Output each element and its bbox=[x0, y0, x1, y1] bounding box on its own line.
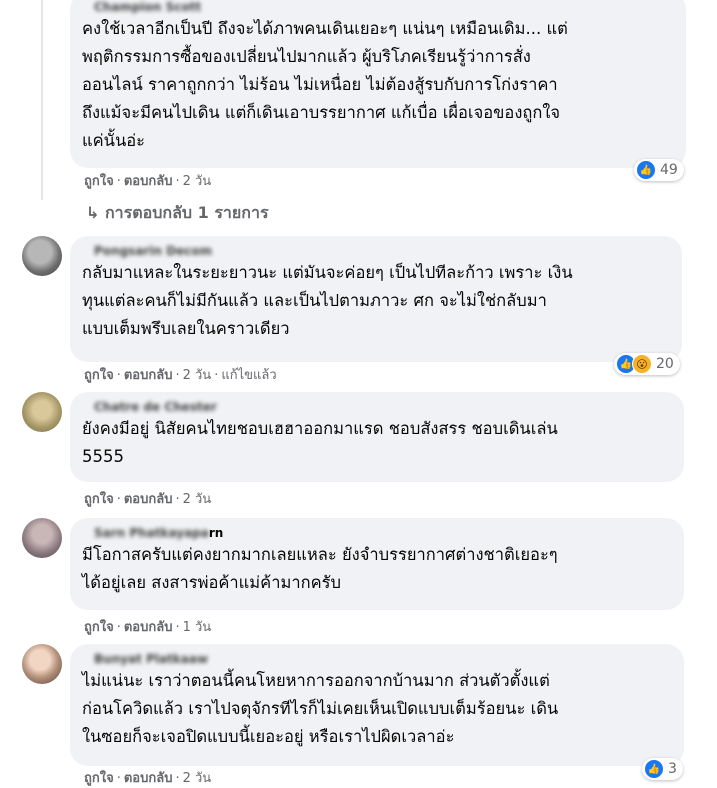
avatar[interactable] bbox=[22, 644, 62, 684]
reply-button[interactable]: ตอบกลับ bbox=[124, 620, 173, 635]
edited-label: แก้ไขแล้ว bbox=[221, 368, 277, 383]
reply-button[interactable]: ตอบกลับ bbox=[124, 492, 173, 507]
avatar[interactable] bbox=[22, 518, 62, 558]
like-button[interactable]: ถูกใจ bbox=[84, 174, 114, 189]
timestamp[interactable]: 2 วัน bbox=[183, 492, 212, 507]
comment-text: กลับมาแหละในระยะยาวนะ แต่มันจะค่อยๆ เป็น… bbox=[82, 263, 573, 338]
like-reaction-icon: 👍 bbox=[636, 160, 656, 180]
comment-actions: ถูกใจ · ตอบกลับ · 2 วัน bbox=[84, 492, 212, 507]
comment: Champion Scott คงใช้เวลาอีกเป็นปี ถึงจะไ… bbox=[0, 0, 717, 200]
like-button[interactable]: ถูกใจ bbox=[84, 620, 114, 635]
avatar[interactable] bbox=[22, 236, 62, 276]
comment-bubble: Pongsarin Decom กลับมาแหละในระยะยาวนะ แต… bbox=[70, 236, 682, 362]
timestamp[interactable]: 2 วัน bbox=[183, 771, 212, 786]
like-button[interactable]: ถูกใจ bbox=[84, 771, 114, 786]
comment-actions: ถูกใจ · ตอบกลับ · 2 วัน · แก้ไขแล้ว bbox=[84, 368, 277, 383]
comment-author[interactable]: Pongsarin Decom bbox=[94, 243, 670, 259]
avatar[interactable] bbox=[22, 392, 62, 432]
wow-reaction-icon: 😮 bbox=[632, 354, 652, 374]
like-button[interactable]: ถูกใจ bbox=[84, 368, 114, 383]
comment-text: คงใช้เวลาอีกเป็นปี ถึงจะได้ภาพคนเดินเยอะ… bbox=[82, 19, 568, 150]
reply-button[interactable]: ตอบกลับ bbox=[124, 368, 173, 383]
comment-actions: ถูกใจ · ตอบกลับ · 2 วัน bbox=[84, 771, 212, 786]
comment-author[interactable]: Chatre de Chester bbox=[94, 399, 672, 415]
comment-author[interactable]: Sarn Phatkayapa bbox=[94, 525, 209, 541]
comment-author[interactable]: Champion Scott bbox=[94, 0, 674, 15]
like-reaction-icon: 👍 bbox=[644, 759, 664, 779]
like-button[interactable]: ถูกใจ bbox=[84, 492, 114, 507]
comment-actions: ถูกใจ · ตอบกลับ · 2 วัน bbox=[84, 174, 212, 189]
reply-button[interactable]: ตอบกลับ bbox=[124, 174, 173, 189]
reply-button[interactable]: ตอบกลับ bbox=[124, 771, 173, 786]
reaction-count: 3 bbox=[668, 761, 677, 777]
reaction-count: 20 bbox=[656, 356, 674, 372]
comment: Pongsarin Decom กลับมาแหละในระยะยาวนะ แต… bbox=[0, 236, 717, 386]
timestamp[interactable]: 1 วัน bbox=[183, 620, 212, 635]
timestamp[interactable]: 2 วัน bbox=[183, 174, 212, 189]
reaction-summary[interactable]: 👍 😮 20 bbox=[614, 353, 680, 375]
comment-author-row: Sarn Phatkayapa rn bbox=[82, 525, 672, 541]
timestamp[interactable]: 2 วัน bbox=[183, 368, 212, 383]
comment-bubble: Champion Scott คงใช้เวลาอีกเป็นปี ถึงจะไ… bbox=[70, 0, 686, 168]
view-replies-link[interactable]: ↳ การตอบกลับ 1 รายการ bbox=[86, 202, 269, 224]
comment-text: ยังคงมีอยู่ นิสัยคนไทยชอบเฮฮาออกมาแรด ชอ… bbox=[82, 419, 558, 466]
comment-bubble: Bunyat Platkaaw ไม่แน่นะ เราว่าตอนนี้คนโ… bbox=[70, 644, 684, 766]
comment: Chatre de Chester ยังคงมีอยู่ นิสัยคนไทย… bbox=[0, 392, 717, 512]
comment-bubble: Sarn Phatkayapa rn มีโอกาสครับแต่คงยากมา… bbox=[70, 518, 684, 610]
comment-text: ไม่แน่นะ เราว่าตอนนี้คนโหยหาการออกจากบ้า… bbox=[82, 671, 559, 746]
comment-text: มีโอกาสครับแต่คงยากมากเลยแหละ ยังจำบรรยา… bbox=[82, 545, 558, 592]
comment: Sarn Phatkayapa rn มีโอกาสครับแต่คงยากมา… bbox=[0, 518, 717, 638]
comment-bubble: Chatre de Chester ยังคงมีอยู่ นิสัยคนไทย… bbox=[70, 392, 684, 482]
comment: Bunyat Platkaaw ไม่แน่นะ เราว่าตอนนี้คนโ… bbox=[0, 644, 717, 786]
reaction-summary[interactable]: 👍 3 bbox=[642, 758, 683, 780]
comment-author[interactable]: Bunyat Platkaaw bbox=[94, 651, 672, 667]
comment-author-tail: rn bbox=[208, 526, 224, 540]
comment-actions: ถูกใจ · ตอบกลับ · 1 วัน bbox=[84, 620, 212, 635]
reaction-summary[interactable]: 👍 49 bbox=[634, 159, 684, 181]
reaction-count: 49 bbox=[660, 162, 678, 178]
